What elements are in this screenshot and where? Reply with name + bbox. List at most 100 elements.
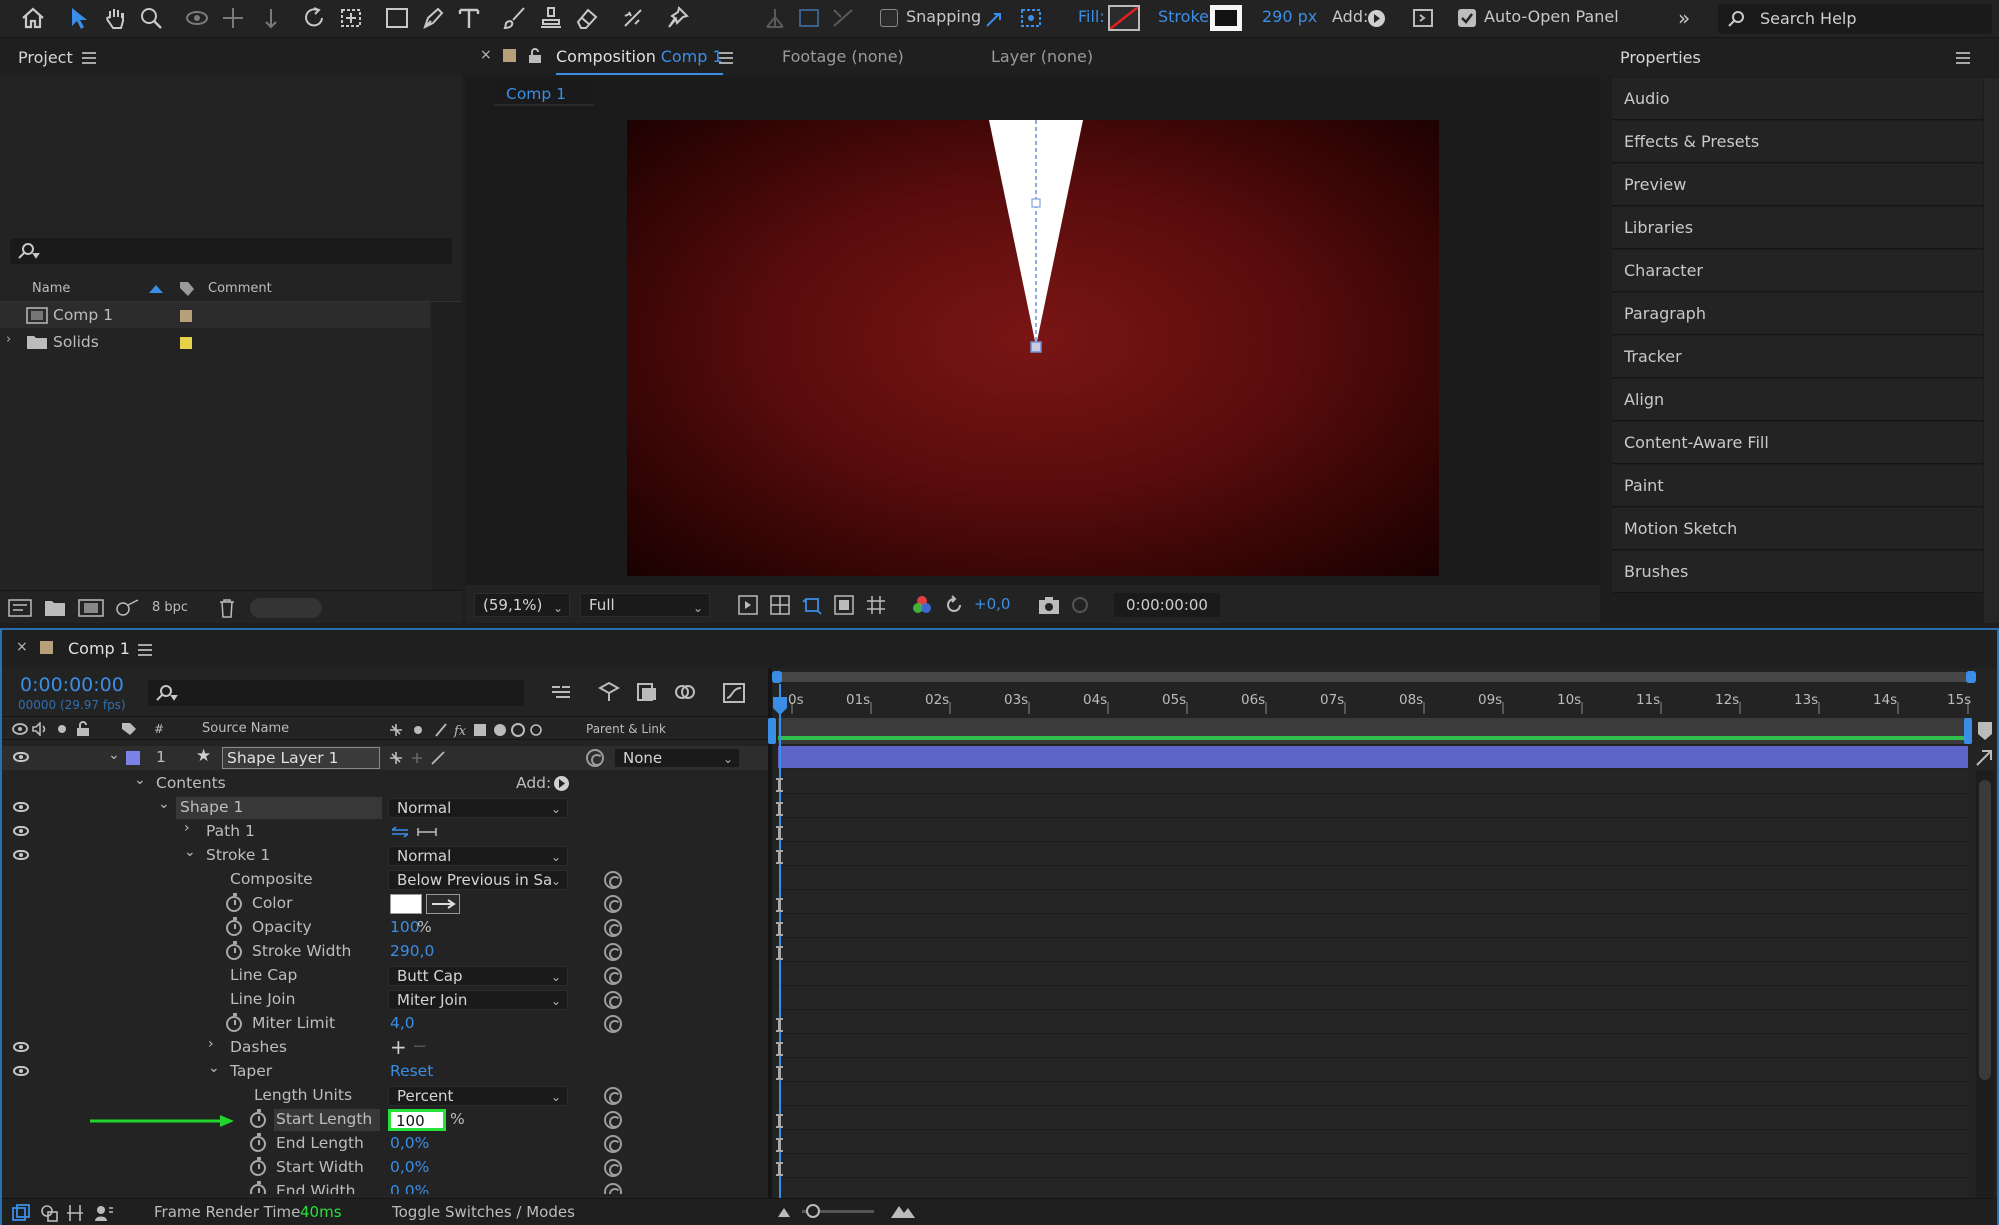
properties-menu-icon[interactable] <box>1956 52 1970 64</box>
parent-dropdown[interactable]: None ⌄ <box>614 748 740 768</box>
stroke-color-swatch[interactable] <box>390 894 422 914</box>
expand-arrow-icon[interactable]: › <box>184 820 190 836</box>
row-shape-1[interactable]: ⌄ Shape 1 Normal ⌄ <box>2 796 768 820</box>
layer-name-field[interactable]: Shape Layer 1 <box>222 747 380 769</box>
panel-item-audio[interactable]: Audio <box>1612 78 1983 120</box>
frame-blending-icon[interactable] <box>674 682 696 702</box>
auto-open-checkbox[interactable] <box>1458 9 1476 27</box>
expression-pickwhip-icon[interactable] <box>604 919 622 937</box>
row-composite[interactable]: Composite Below Previous in Sa ⌄ <box>2 868 768 892</box>
pan-behind-tool-icon[interactable] <box>334 2 368 34</box>
lock-icon[interactable] <box>76 721 90 737</box>
zoom-out-mountain-icon[interactable] <box>776 1205 792 1219</box>
lock-icon[interactable] <box>528 48 542 64</box>
label-color-swatch[interactable] <box>180 310 192 322</box>
start-length-selected[interactable]: Start Length <box>274 1109 380 1131</box>
timeline-tracks[interactable] <box>778 770 1968 1198</box>
reset-exposure-icon[interactable] <box>944 595 964 615</box>
expression-pickwhip-icon[interactable] <box>604 1183 622 1194</box>
bpc-label[interactable]: 8 bpc <box>152 600 188 615</box>
end-length-value[interactable]: 0,0% <box>390 1134 429 1152</box>
add-shape-button[interactable] <box>1368 10 1385 27</box>
stopwatch-icon[interactable] <box>250 1109 266 1128</box>
row-start-width[interactable]: Start Width 0,0% <box>2 1156 768 1180</box>
panel-item-libraries[interactable]: Libraries <box>1612 207 1983 249</box>
panel-item-brushes[interactable]: Brushes <box>1612 551 1983 593</box>
toggle-switches-modes[interactable]: Toggle Switches / Modes <box>392 1203 575 1221</box>
pickwhip-icon[interactable] <box>586 749 604 767</box>
expression-pickwhip-icon[interactable] <box>604 1135 622 1153</box>
stopwatch-icon[interactable] <box>250 1157 266 1176</box>
timeline-divider[interactable] <box>768 668 772 1198</box>
navigator-end-handle[interactable] <box>1966 671 1976 683</box>
region-of-interest-icon[interactable] <box>834 595 854 615</box>
exposure-value[interactable]: +0,0 <box>974 595 1010 613</box>
composite-dropdown[interactable]: Below Previous in Sa ⌄ <box>388 870 568 890</box>
work-area-start-handle[interactable] <box>768 718 776 744</box>
transparency-grid-icon[interactable] <box>770 595 790 615</box>
comp-marker-bin-icon[interactable] <box>1976 720 1994 742</box>
snap-edges-icon[interactable] <box>979 2 1013 34</box>
hide-shy-layers-icon[interactable] <box>636 682 658 702</box>
expression-pickwhip-icon[interactable] <box>604 991 622 1009</box>
visibility-eye-icon[interactable] <box>13 826 29 836</box>
close-tab-icon[interactable]: × <box>16 639 28 655</box>
row-stroke-width[interactable]: Stroke Width 290,0 <box>2 940 768 964</box>
tool-panel-icon[interactable] <box>1406 2 1440 34</box>
timeline-timecode[interactable]: 0:00:00:00 <box>20 674 124 696</box>
start-length-input[interactable]: 100 <box>388 1109 446 1131</box>
row-opacity[interactable]: Opacity 100 % <box>2 916 768 940</box>
close-tab-icon[interactable]: × <box>480 47 492 63</box>
stroke-1-blend-mode[interactable]: Normal ⌄ <box>388 846 568 866</box>
project-item-comp1[interactable]: Comp 1 <box>0 302 430 328</box>
zoom-dropdown[interactable]: (59,1%) ⌄ <box>474 593 570 617</box>
panel-item-content-aware-fill[interactable]: Content-Aware Fill <box>1612 422 1983 464</box>
row-dashes[interactable]: › Dashes + − <box>2 1035 768 1060</box>
shape-1-selected[interactable]: Shape 1 <box>176 797 382 819</box>
row-end-length[interactable]: End Length 0,0% <box>2 1132 768 1156</box>
rectangle-tool-icon[interactable] <box>380 2 414 34</box>
transfer-controls-icon[interactable] <box>40 1204 58 1222</box>
taper-reset-link[interactable]: Reset <box>390 1062 433 1080</box>
viewer-timecode-field[interactable]: 0:00:00:00 <box>1114 593 1220 617</box>
row-taper[interactable]: ⌄ Taper Reset <box>2 1060 768 1084</box>
stopwatch-icon[interactable] <box>226 1013 242 1032</box>
collapse-arrow-icon[interactable]: ⌄ <box>184 844 196 860</box>
selection-tool-icon[interactable] <box>62 2 96 34</box>
column-comment[interactable]: Comment <box>208 281 272 296</box>
stopwatch-icon[interactable] <box>226 917 242 936</box>
pan-camera-icon[interactable] <box>216 2 250 34</box>
layer-label-color[interactable] <box>126 751 140 765</box>
expand-toolbar-icon[interactable]: » <box>1678 6 1690 30</box>
viewer-menu-icon[interactable] <box>719 52 733 64</box>
navigator-start-handle[interactable] <box>772 671 782 683</box>
line-cap-dropdown[interactable]: Butt Cap ⌄ <box>388 966 568 986</box>
collapse-arrow-icon[interactable]: ⌄ <box>134 772 146 788</box>
interpret-footage-icon[interactable] <box>8 599 32 617</box>
solo-dot-icon[interactable] <box>58 725 66 733</box>
zoom-in-mountain-icon[interactable] <box>890 1203 916 1219</box>
render-time-icon[interactable] <box>94 1204 114 1222</box>
end-width-value[interactable]: 0,0% <box>390 1182 429 1194</box>
layer-duration-bar[interactable] <box>778 746 1968 768</box>
draft-3d-icon[interactable] <box>598 682 620 702</box>
panel-item-tracker[interactable]: Tracker <box>1612 336 1983 378</box>
roto-brush-icon[interactable] <box>616 2 650 34</box>
layer-end-icon[interactable] <box>1974 748 1994 768</box>
length-units-dropdown[interactable]: Percent ⌄ <box>388 1086 568 1106</box>
snapping-checkbox[interactable] <box>880 9 898 27</box>
row-start-length[interactable]: Start Length 100 % <box>2 1108 768 1132</box>
eyedropper-icon[interactable] <box>426 894 460 914</box>
row-line-join[interactable]: Line Join Miter Join ⌄ <box>2 988 768 1012</box>
snapshot-camera-icon[interactable] <box>1038 595 1060 615</box>
project-menu-icon[interactable] <box>82 52 96 64</box>
audio-speaker-icon[interactable] <box>32 722 48 736</box>
expression-pickwhip-icon[interactable] <box>604 895 622 913</box>
path-direction-icons[interactable] <box>390 825 438 839</box>
panel-item-preview[interactable]: Preview <box>1612 164 1983 206</box>
hand-tool-icon[interactable] <box>98 2 132 34</box>
expand-arrow-icon[interactable]: › <box>6 332 11 347</box>
clone-stamp-icon[interactable] <box>534 2 568 34</box>
add-contents-button[interactable] <box>554 776 569 791</box>
fast-previews-icon[interactable] <box>738 595 758 615</box>
